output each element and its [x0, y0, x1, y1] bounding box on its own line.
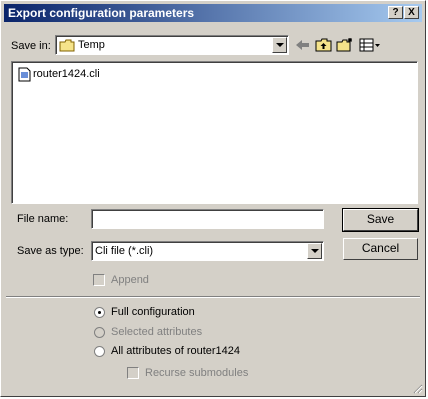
help-button[interactable]: ?	[388, 6, 403, 19]
full-configuration-radio[interactable]	[94, 307, 105, 318]
save-as-type-dropdown[interactable]: Cli file (*.cli)	[91, 241, 324, 261]
close-button[interactable]: X	[404, 6, 419, 19]
file-name-label: File name:	[17, 213, 69, 225]
file-icon	[18, 67, 31, 82]
export-dialog: Export configuration parameters ? X Save…	[0, 0, 426, 397]
back-arrow-icon[interactable]	[294, 37, 312, 53]
folder-icon	[59, 39, 75, 52]
cancel-button[interactable]: Cancel	[343, 238, 418, 260]
chevron-down-icon[interactable]	[272, 37, 287, 53]
view-menu-icon[interactable]	[359, 37, 381, 53]
recurse-submodules-label: Recurse submodules	[145, 367, 249, 379]
save-as-type-value: Cli file (*.cli)	[95, 245, 154, 257]
file-list[interactable]: router1424.cli	[11, 61, 418, 204]
dialog-title: Export configuration parameters	[8, 6, 195, 20]
full-configuration-label: Full configuration	[111, 306, 195, 318]
title-bar: Export configuration parameters ? X	[4, 4, 422, 22]
all-attributes-label: All attributes of router1424	[111, 345, 241, 357]
save-in-value: Temp	[78, 39, 105, 51]
save-in-dropdown[interactable]: Temp	[55, 35, 289, 55]
file-name: router1424.cli	[33, 68, 100, 80]
selected-attributes-label: Selected attributes	[111, 326, 203, 338]
recurse-submodules-checkbox[interactable]	[127, 367, 139, 379]
all-attributes-radio[interactable]	[94, 346, 105, 357]
save-in-label: Save in:	[11, 40, 51, 52]
resize-grip-icon[interactable]	[411, 382, 423, 394]
save-button[interactable]: Save	[342, 208, 419, 232]
up-folder-icon[interactable]	[315, 37, 333, 53]
save-as-type-label: Save as type:	[17, 245, 84, 257]
selected-attributes-radio[interactable]	[94, 327, 105, 338]
append-checkbox[interactable]	[93, 274, 105, 286]
chevron-down-icon[interactable]	[307, 243, 322, 259]
append-label: Append	[111, 274, 149, 286]
divider	[6, 296, 420, 298]
new-folder-icon[interactable]	[336, 37, 354, 53]
file-name-input[interactable]	[91, 209, 324, 229]
